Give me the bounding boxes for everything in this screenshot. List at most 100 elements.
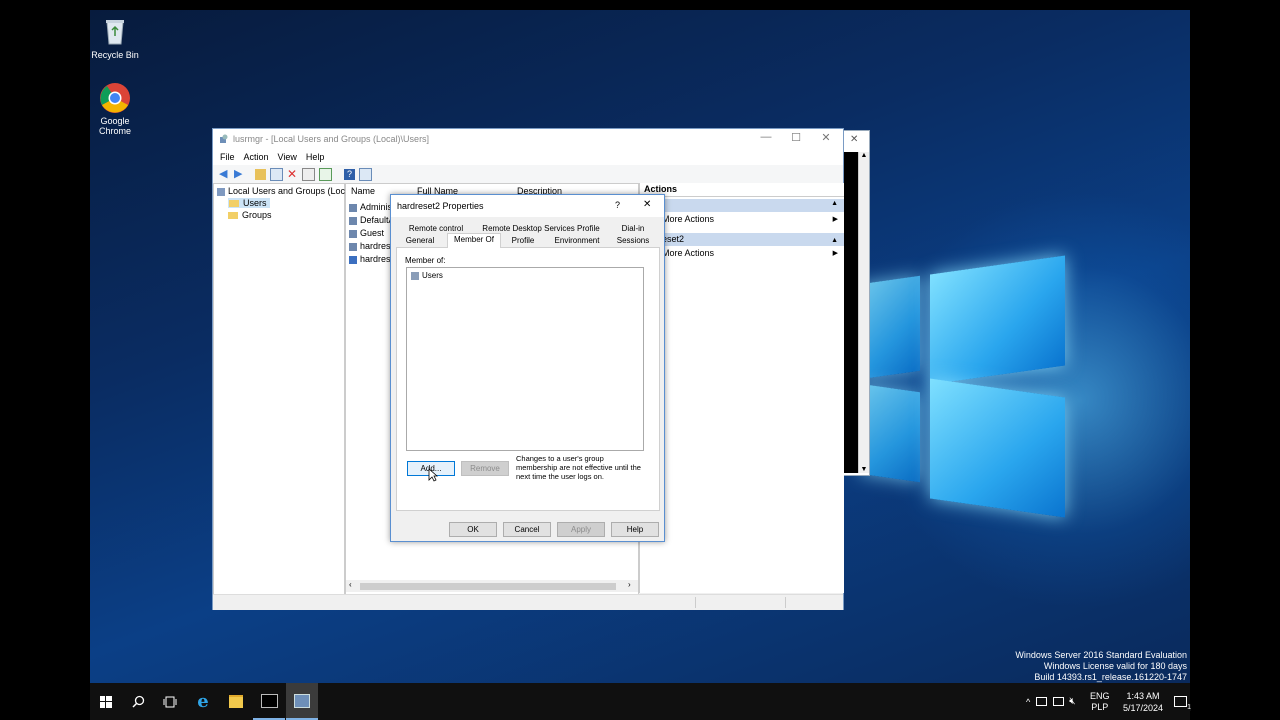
windows-logo-pane	[930, 255, 1065, 385]
action-center-button[interactable]: 1	[1174, 683, 1191, 720]
actions-section-user-title: eset2	[662, 234, 685, 244]
scroll-down-icon[interactable]: ▼	[859, 466, 869, 473]
window-title: lusrmgr - [Local Users and Groups (Local…	[233, 134, 430, 144]
status-divider	[785, 597, 786, 608]
tab-dial-in[interactable]: Dial-in	[613, 223, 653, 234]
tab-member-of[interactable]: Member Of	[447, 233, 501, 248]
file-explorer-button[interactable]	[220, 683, 252, 720]
user-icon	[349, 229, 357, 238]
status-divider	[695, 597, 696, 608]
menu-file[interactable]: File	[220, 152, 235, 162]
internet-explorer-icon: e	[197, 691, 209, 712]
help-button[interactable]: Help	[611, 522, 659, 537]
chrome-shortcut[interactable]: Google Chrome	[90, 82, 145, 136]
recycle-bin-shortcut[interactable]: Recycle Bin	[90, 16, 145, 60]
scroll-thumb[interactable]	[360, 583, 616, 590]
start-button[interactable]	[90, 683, 122, 720]
show-action-pane-icon[interactable]	[359, 167, 372, 181]
chrome-icon	[99, 82, 131, 114]
help-icon[interactable]: ?	[344, 168, 355, 180]
list-item[interactable]: hardrese	[349, 254, 396, 264]
groups-listbox[interactable]: Users	[406, 267, 644, 451]
scroll-left-icon[interactable]: ‹	[349, 580, 352, 589]
background-scrollbar[interactable]: ▲ ▼	[858, 152, 869, 473]
window-titlebar[interactable]: lusrmgr - [Local Users and Groups (Local…	[213, 129, 843, 149]
export-list-icon[interactable]	[319, 167, 332, 181]
tree-item-users-label: Users	[243, 198, 267, 208]
back-arrow-icon[interactable]: ◀	[219, 168, 230, 180]
tree-item-groups-label: Groups	[242, 210, 272, 220]
tab-environment[interactable]: Environment	[549, 235, 605, 246]
user-icon	[349, 242, 357, 251]
folder-icon	[229, 200, 239, 208]
list-item[interactable]: Guest	[349, 228, 384, 238]
column-name[interactable]: Name	[351, 184, 375, 198]
windows-start-icon	[100, 695, 112, 708]
clock[interactable]: 1:43 AM 5/17/2024	[1118, 683, 1168, 720]
list-item[interactable]: Users	[411, 271, 443, 280]
remove-button[interactable]: Remove	[461, 461, 509, 476]
background-window-content	[843, 152, 858, 473]
actions-header: Actions	[640, 183, 844, 197]
tab-profile[interactable]: Profile	[505, 235, 541, 246]
dialog-title: hardreset2 Properties	[397, 201, 484, 211]
background-close-icon[interactable]: ✕	[850, 134, 858, 145]
command-prompt-icon	[260, 693, 278, 708]
tree-root[interactable]: Local Users and Groups (Local)	[217, 186, 355, 196]
dialog-close-icon[interactable]: ✕	[643, 199, 651, 210]
network-icon[interactable]	[1036, 697, 1048, 706]
task-view-button[interactable]	[154, 683, 186, 720]
watermark-license: Windows License valid for 180 days	[1043, 661, 1187, 671]
display-icon[interactable]	[1053, 697, 1065, 706]
dialog-help-icon[interactable]: ?	[615, 200, 620, 210]
actions-section-users[interactable]: ▲	[640, 199, 844, 212]
volume-muted-icon[interactable]: 🔇︎	[1069, 696, 1075, 707]
tree-item-groups[interactable]: Groups	[228, 210, 272, 220]
member-of-label: Member of:	[405, 256, 446, 265]
ok-button[interactable]: OK	[449, 522, 497, 537]
submenu-arrow-icon: ▶	[832, 250, 838, 257]
properties-icon[interactable]	[302, 167, 315, 181]
actions-more-actions[interactable]: More Actions ▶	[640, 246, 844, 261]
tree-item-users[interactable]: Users	[228, 198, 270, 208]
menu-view[interactable]: View	[278, 152, 297, 162]
scroll-up-icon[interactable]: ▲	[859, 152, 869, 159]
forward-arrow-icon[interactable]: ▶	[234, 168, 245, 180]
clock-time: 1:43 AM	[1126, 690, 1160, 701]
scroll-right-icon[interactable]: ›	[628, 580, 631, 589]
list-item[interactable]: Adminis	[349, 202, 392, 212]
actions-more-actions[interactable]: More Actions ▶	[640, 212, 844, 227]
list-item[interactable]: hardrese	[349, 241, 396, 251]
ie-button[interactable]: e	[187, 683, 219, 720]
background-window[interactable]: ✕ ▲ ▼	[842, 130, 870, 476]
member-of-panel: Member of: Users Add... Remove Changes t…	[396, 247, 660, 511]
cancel-button[interactable]: Cancel	[503, 522, 551, 537]
maximize-icon[interactable]: ☐	[781, 131, 811, 144]
horizontal-scrollbar[interactable]: ‹ ›	[346, 580, 638, 592]
tab-sessions[interactable]: Sessions	[613, 235, 653, 246]
language-indicator[interactable]: ENG PLP	[1090, 683, 1110, 720]
chrome-label-line1: Google	[100, 116, 130, 126]
delete-icon[interactable]: ✕	[287, 168, 298, 180]
menu-action[interactable]: Action	[244, 152, 269, 162]
show-hidden-icons-icon[interactable]: ^	[1026, 697, 1030, 707]
watermark-edition: Windows Server 2016 Standard Evaluation	[1015, 650, 1187, 660]
menu-help[interactable]: Help	[306, 152, 325, 162]
close-icon[interactable]: ✕	[811, 131, 841, 144]
show-hide-tree-icon[interactable]	[270, 167, 283, 181]
actions-section-user[interactable]: eset2 ▲	[640, 233, 844, 246]
lusrmgr-taskbar-button[interactable]	[286, 683, 318, 720]
cmd-button[interactable]	[253, 683, 285, 720]
up-folder-icon[interactable]	[255, 168, 266, 180]
task-view-icon	[163, 696, 177, 707]
mouse-cursor-icon	[428, 468, 439, 482]
tab-general[interactable]: General	[401, 235, 439, 246]
apply-button[interactable]: Apply	[557, 522, 605, 537]
collapse-icon[interactable]: ▲	[831, 200, 838, 207]
windows-watermark: Windows Server 2016 Standard Evaluation …	[1015, 650, 1187, 683]
system-tray: ^ 🔇︎	[1026, 683, 1082, 720]
list-item[interactable]: DefaultA	[349, 215, 395, 225]
dialog-titlebar[interactable]: hardreset2 Properties ? ✕	[391, 195, 664, 217]
search-button[interactable]	[122, 683, 154, 720]
minimize-icon[interactable]: —	[751, 131, 781, 143]
